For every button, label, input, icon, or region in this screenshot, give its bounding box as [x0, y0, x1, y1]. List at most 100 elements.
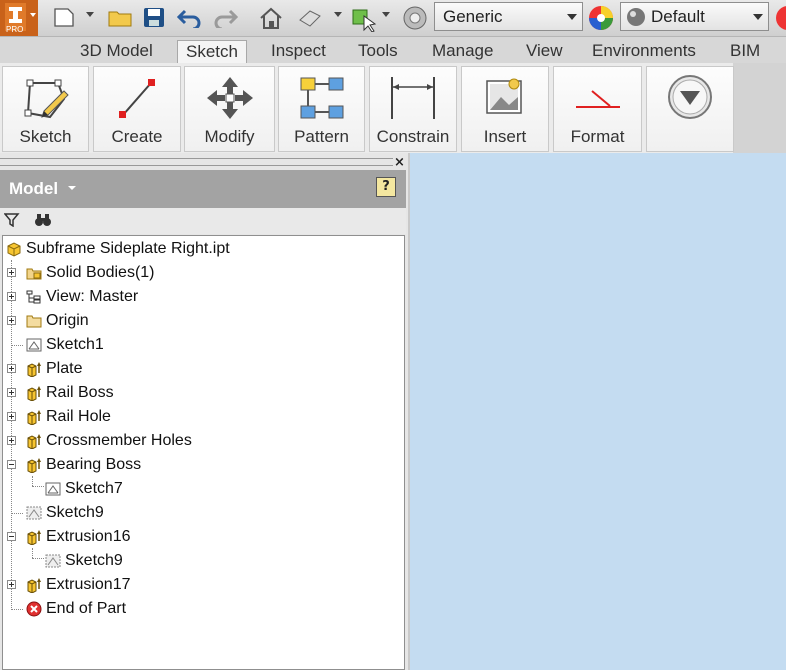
tab-inspect[interactable]: Inspect: [263, 40, 334, 63]
filter-icon[interactable]: [4, 213, 20, 227]
tree-item-label: Solid Bodies(1): [46, 264, 155, 281]
create-button-label: Create: [111, 127, 163, 146]
pattern-button-label: Pattern: [294, 127, 349, 146]
expand-icon[interactable]: [7, 580, 16, 589]
insert-button[interactable]: Insert: [461, 66, 549, 152]
extrude-icon: [26, 361, 42, 378]
new-dropdown-icon[interactable]: [86, 12, 94, 17]
browser-title[interactable]: Model: [9, 179, 58, 199]
appearance-sphere-icon: [627, 8, 645, 26]
tree-item-label: Sketch7: [65, 480, 123, 497]
tree-item-label: Rail Hole: [46, 408, 111, 425]
save-icon[interactable]: [142, 6, 166, 28]
chevron-down-icon[interactable]: [68, 186, 76, 190]
expand-down-icon: [668, 75, 712, 119]
tab-tools[interactable]: Tools: [350, 40, 406, 63]
select-priority-icon[interactable]: [350, 6, 378, 32]
sketch-icon: [24, 79, 69, 119]
tab-bim[interactable]: BIM: [722, 40, 768, 63]
extrude-icon: [26, 529, 42, 546]
dimension-icon: [391, 77, 435, 119]
modify-button[interactable]: Modify: [184, 66, 275, 152]
expand-icon[interactable]: [7, 412, 16, 421]
chevron-down-icon: [567, 14, 577, 20]
view-rep-icon: [26, 289, 42, 305]
home-icon[interactable]: [258, 6, 284, 30]
end-of-part-icon: [26, 601, 42, 617]
sketch-button-label: Sketch: [19, 127, 72, 146]
tree-item-label: Sketch9: [46, 504, 104, 521]
tree-item-label: Sketch9: [65, 552, 123, 569]
tree-item-label: End of Part: [46, 600, 127, 617]
undo-icon[interactable]: [177, 6, 203, 28]
insert-image-icon: [486, 78, 522, 114]
expand-icon[interactable]: [7, 268, 16, 277]
sketch-icon: [26, 337, 42, 353]
appearance-select-value: Default: [651, 7, 705, 26]
collapse-icon[interactable]: [7, 460, 16, 469]
update-dropdown-icon[interactable]: [334, 12, 342, 17]
browser-grip[interactable]: [0, 158, 393, 166]
material-icon: [403, 6, 427, 30]
application-menu-button[interactable]: PRO: [0, 0, 38, 36]
redo-icon[interactable]: [212, 6, 238, 28]
tree-item-label: Bearing Boss: [46, 456, 142, 473]
constrain-button[interactable]: Constrain: [369, 66, 457, 152]
format-button[interactable]: Format: [553, 66, 642, 152]
material-select[interactable]: Generic: [434, 2, 583, 31]
tab-environments[interactable]: Environments: [584, 40, 704, 63]
expand-icon[interactable]: [7, 316, 16, 325]
tab-manage[interactable]: Manage: [424, 40, 501, 63]
expand-icon[interactable]: [7, 292, 16, 301]
format-button-label: Format: [570, 127, 625, 146]
expand-icon[interactable]: [7, 388, 16, 397]
extrude-icon: [26, 457, 42, 474]
line-icon: [119, 79, 155, 118]
model-tree: Subframe Sideplate Right.ipt Solid Bodies…: [2, 235, 405, 670]
tree-item-label: Extrusion16: [46, 528, 131, 545]
tab-view[interactable]: View: [518, 40, 571, 63]
format-icon: [575, 90, 620, 108]
expand-panels-button[interactable]: [646, 66, 734, 152]
tab-3d-model[interactable]: 3D Model: [72, 40, 161, 63]
shared-sketch-icon: [45, 553, 61, 569]
pro-badge: PRO: [6, 25, 24, 34]
open-folder-icon[interactable]: [107, 6, 133, 28]
color-wheel-icon: [589, 6, 613, 30]
material-select-value: Generic: [443, 7, 503, 26]
sketch-icon: [45, 481, 61, 497]
constrain-button-label: Constrain: [376, 127, 450, 146]
extrude-icon: [26, 409, 42, 426]
tree-item-label: Rail Boss: [46, 384, 114, 401]
folder-icon: [26, 313, 42, 329]
expand-icon[interactable]: [7, 436, 16, 445]
modify-button-label: Modify: [204, 127, 255, 146]
shared-sketch-icon: [26, 505, 42, 521]
extrude-icon: [26, 577, 42, 594]
part-icon: [6, 241, 22, 257]
appearance-select[interactable]: Default: [620, 2, 769, 31]
browser-filter-bar: [0, 208, 406, 234]
tree-item-label: Sketch1: [46, 336, 104, 353]
help-icon[interactable]: ?: [376, 177, 396, 197]
expand-icon[interactable]: [7, 364, 16, 373]
sketch-button[interactable]: Sketch: [2, 66, 89, 152]
tree-item-label: View: Master: [46, 288, 139, 305]
move-icon: [206, 77, 253, 119]
tree-item-label: Crossmember Holes: [46, 432, 192, 449]
select-dropdown-icon[interactable]: [382, 12, 390, 17]
folder-bodies-icon: [26, 265, 42, 281]
graphics-viewport[interactable]: [410, 153, 786, 670]
tab-sketch[interactable]: Sketch: [177, 40, 247, 64]
adjust-icon[interactable]: [774, 4, 786, 32]
create-button[interactable]: Create: [93, 66, 181, 152]
tree-item-label: Plate: [46, 360, 83, 377]
new-file-icon[interactable]: [52, 6, 76, 28]
close-icon[interactable]: ×: [394, 155, 405, 170]
binoculars-icon[interactable]: [34, 213, 52, 227]
tree-item-label: Subframe Sideplate Right.ipt: [26, 240, 230, 257]
quick-access-toolbar: PRO Generic Default: [0, 0, 786, 37]
collapse-icon[interactable]: [7, 532, 16, 541]
pattern-button[interactable]: Pattern: [278, 66, 365, 152]
update-icon[interactable]: [296, 6, 324, 30]
